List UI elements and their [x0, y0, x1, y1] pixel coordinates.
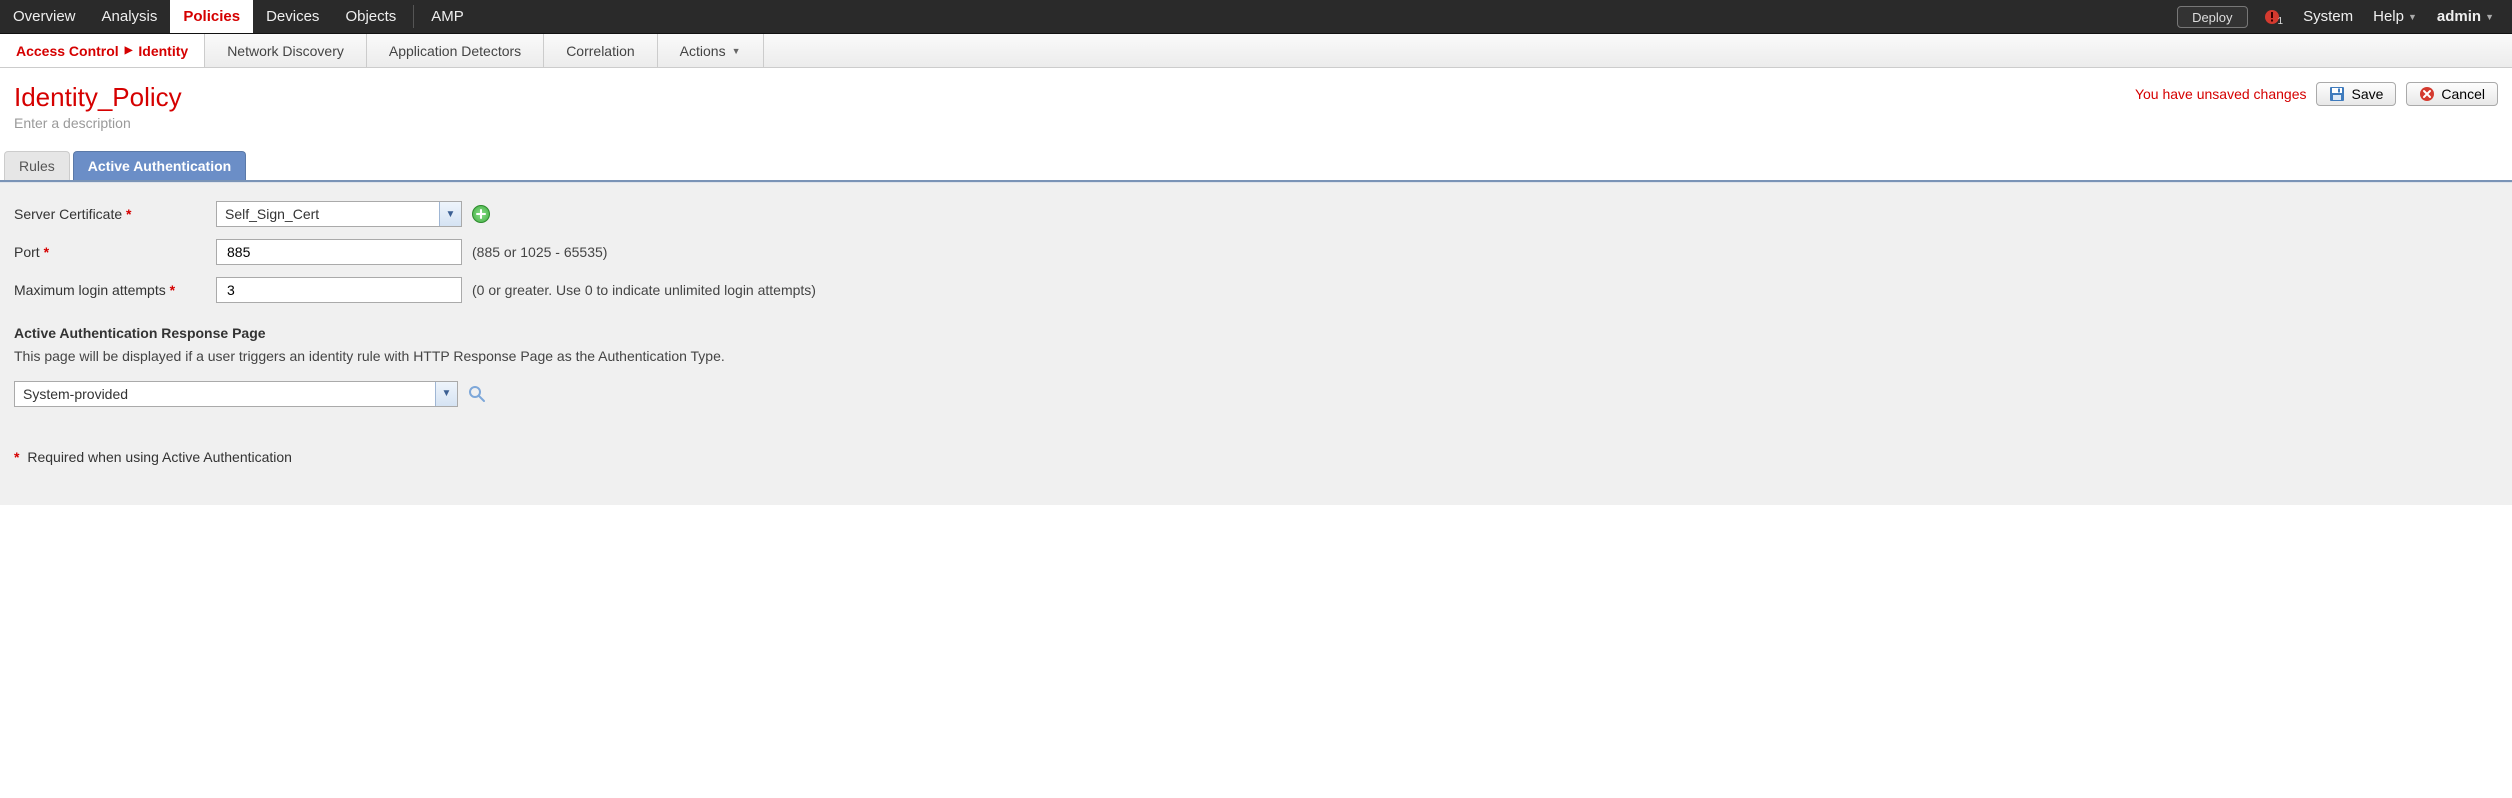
- subnav-app-detectors[interactable]: Application Detectors: [367, 34, 544, 67]
- response-page-value: System-provided: [15, 386, 435, 402]
- title-actions: You have unsaved changes Save Cancel: [2135, 82, 2498, 106]
- row-port: Port * (885 or 1025 - 65535): [14, 239, 2498, 265]
- plus-icon: [476, 209, 486, 219]
- form-area: Server Certificate * Self_Sign_Cert ▼ Po…: [0, 182, 2512, 505]
- subnav-network-discovery[interactable]: Network Discovery: [205, 34, 367, 67]
- max-login-attempts-input[interactable]: [225, 281, 453, 299]
- nav-admin-label: admin: [2437, 8, 2481, 25]
- subnav-correlation[interactable]: Correlation: [544, 34, 657, 67]
- server-certificate-label-text: Server Certificate: [14, 206, 122, 222]
- required-footnote: * Required when using Active Authenticat…: [14, 449, 2498, 465]
- deploy-button[interactable]: Deploy: [2177, 6, 2247, 28]
- breadcrumb[interactable]: Access Control ▶ Identity: [0, 34, 205, 67]
- breadcrumb-parent: Access Control: [16, 43, 119, 59]
- cancel-button[interactable]: Cancel: [2406, 82, 2498, 106]
- alert-count: 1: [2278, 16, 2284, 27]
- nav-policies[interactable]: Policies: [170, 0, 253, 33]
- sub-nav: Access Control ▶ Identity Network Discov…: [0, 34, 2512, 68]
- chevron-down-icon[interactable]: ▼: [439, 202, 461, 226]
- response-page-select[interactable]: System-provided ▼: [14, 381, 458, 407]
- nav-devices[interactable]: Devices: [253, 0, 332, 33]
- inner-tabs: Rules Active Authentication: [0, 151, 2512, 182]
- unsaved-changes-notice: You have unsaved changes: [2135, 86, 2307, 102]
- description-placeholder[interactable]: Enter a description: [0, 115, 2512, 151]
- alert-icon[interactable]: 1: [2258, 0, 2292, 33]
- cancel-icon: [2419, 86, 2435, 102]
- nav-objects[interactable]: Objects: [332, 0, 409, 33]
- nav-help[interactable]: Help ▼: [2365, 0, 2425, 33]
- response-page-description: This page will be displayed if a user tr…: [14, 347, 774, 367]
- nav-amp[interactable]: AMP: [418, 0, 477, 33]
- max-login-attempts-hint: (0 or greater. Use 0 to indicate unlimit…: [472, 282, 816, 298]
- subnav-actions[interactable]: Actions ▼: [658, 34, 764, 67]
- row-response-page: System-provided ▼: [14, 381, 2498, 407]
- chevron-down-icon: ▼: [2485, 12, 2494, 22]
- nav-admin[interactable]: admin ▼: [2429, 0, 2502, 33]
- top-nav: Overview Analysis Policies Devices Objec…: [0, 0, 2512, 34]
- tab-active-authentication[interactable]: Active Authentication: [73, 151, 246, 180]
- top-nav-right: Deploy 1 System Help ▼ admin ▼: [2171, 0, 2512, 33]
- port-label-text: Port: [14, 244, 40, 260]
- max-login-attempts-label: Maximum login attempts *: [14, 282, 206, 298]
- chevron-down-icon: ▼: [2408, 12, 2417, 22]
- tab-rules[interactable]: Rules: [4, 151, 70, 180]
- search-icon: [468, 385, 486, 403]
- title-row: Identity_Policy You have unsaved changes…: [0, 68, 2512, 115]
- add-certificate-button[interactable]: [472, 205, 490, 223]
- preview-button[interactable]: [468, 385, 486, 403]
- breadcrumb-child: Identity: [138, 43, 188, 59]
- port-input-wrap: [216, 239, 462, 265]
- nav-overview[interactable]: Overview: [0, 0, 89, 33]
- response-page-heading: Active Authentication Response Page: [14, 325, 2498, 341]
- page-title: Identity_Policy: [14, 82, 182, 113]
- required-asterisk: *: [44, 244, 49, 260]
- row-server-certificate: Server Certificate * Self_Sign_Cert ▼: [14, 201, 2498, 227]
- max-login-attempts-label-text: Maximum login attempts: [14, 282, 166, 298]
- top-nav-left: Overview Analysis Policies Devices Objec…: [0, 0, 477, 33]
- chevron-down-icon[interactable]: ▼: [435, 382, 457, 406]
- nav-help-label: Help: [2373, 8, 2404, 25]
- max-login-attempts-input-wrap: [216, 277, 462, 303]
- required-asterisk: *: [14, 449, 19, 465]
- save-icon: [2329, 86, 2345, 102]
- server-certificate-value: Self_Sign_Cert: [217, 206, 439, 222]
- save-button[interactable]: Save: [2316, 82, 2396, 106]
- cancel-button-label: Cancel: [2441, 86, 2485, 102]
- required-footnote-text: Required when using Active Authenticatio…: [27, 449, 292, 465]
- nav-analysis[interactable]: Analysis: [89, 0, 171, 33]
- required-asterisk: *: [170, 282, 175, 298]
- port-hint: (885 or 1025 - 65535): [472, 244, 607, 260]
- server-certificate-label: Server Certificate *: [14, 206, 206, 222]
- chevron-right-icon: ▶: [125, 45, 133, 56]
- chevron-down-icon: ▼: [732, 46, 741, 56]
- nav-system[interactable]: System: [2295, 0, 2361, 33]
- nav-separator: [413, 5, 414, 28]
- subnav-actions-label: Actions: [680, 43, 726, 59]
- port-input[interactable]: [225, 243, 453, 261]
- server-certificate-select[interactable]: Self_Sign_Cert ▼: [216, 201, 462, 227]
- save-button-label: Save: [2351, 86, 2383, 102]
- required-asterisk: *: [126, 206, 131, 222]
- row-max-login-attempts: Maximum login attempts * (0 or greater. …: [14, 277, 2498, 303]
- port-label: Port *: [14, 244, 206, 260]
